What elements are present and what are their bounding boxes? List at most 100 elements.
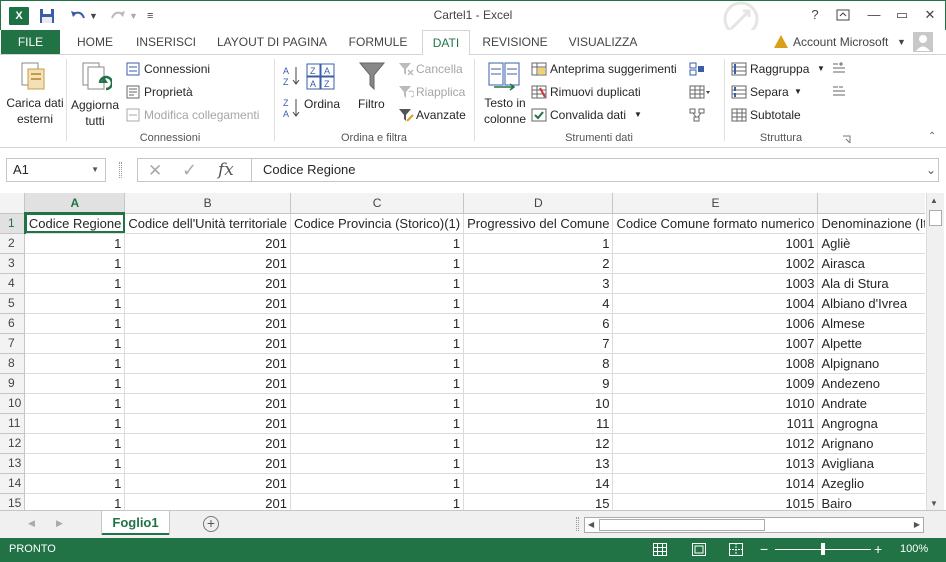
previous-sheet-icon[interactable]: ◀ bbox=[28, 518, 35, 529]
cell-e[interactable]: 1007 bbox=[612, 333, 819, 354]
ribbon-display-button[interactable] bbox=[832, 5, 854, 25]
cell-b[interactable]: 201 bbox=[124, 353, 291, 374]
tab-home[interactable]: HOME bbox=[68, 30, 122, 54]
reapply-button[interactable]: Riapplica bbox=[416, 85, 465, 99]
cell-f[interactable]: Alpette bbox=[817, 333, 925, 354]
zoom-slider[interactable] bbox=[775, 543, 871, 555]
vertical-scroll-thumb[interactable] bbox=[929, 210, 942, 226]
cell-c[interactable]: 1 bbox=[290, 393, 465, 414]
get-external-data-icon[interactable] bbox=[20, 61, 46, 91]
column-header-d[interactable]: D bbox=[463, 193, 614, 214]
row-header[interactable]: 1 bbox=[0, 213, 26, 234]
account-button[interactable]: Account Microsoft bbox=[793, 30, 888, 54]
cell-b[interactable]: 201 bbox=[124, 453, 291, 474]
cell-c[interactable]: 1 bbox=[290, 313, 465, 334]
cell-e[interactable]: 1008 bbox=[612, 353, 819, 374]
cell-d[interactable]: 3 bbox=[463, 273, 614, 294]
text-to-columns-icon[interactable] bbox=[488, 61, 520, 91]
tab-page-layout[interactable]: LAYOUT DI PAGINA bbox=[210, 30, 334, 54]
cell-c[interactable]: 1 bbox=[290, 433, 465, 454]
filter-button[interactable]: Filtro bbox=[358, 97, 385, 111]
zoom-out-button[interactable]: − bbox=[760, 541, 768, 557]
cell-c[interactable]: 1 bbox=[290, 293, 465, 314]
row-header[interactable]: 14 bbox=[0, 473, 26, 494]
cell-f[interactable]: Albiano d'Ivrea bbox=[817, 293, 925, 314]
cell-c[interactable]: 1 bbox=[290, 273, 465, 294]
expand-formula-bar-icon[interactable]: ⌄ bbox=[926, 159, 936, 181]
column-header-b[interactable]: B bbox=[124, 193, 291, 214]
sort-button[interactable]: Ordina bbox=[304, 97, 340, 111]
cell-b[interactable]: 201 bbox=[124, 313, 291, 334]
cell-e[interactable]: 1004 bbox=[612, 293, 819, 314]
row-header[interactable]: 7 bbox=[0, 333, 26, 354]
enter-icon[interactable]: ✓ bbox=[182, 160, 197, 181]
zoom-slider-thumb[interactable] bbox=[821, 543, 825, 555]
refresh-all-icon[interactable] bbox=[80, 61, 112, 95]
cell-a[interactable]: 1 bbox=[24, 293, 126, 314]
row-header[interactable]: 10 bbox=[0, 393, 26, 414]
ungroup-dropdown-icon[interactable]: ▼ bbox=[794, 87, 802, 96]
tab-review[interactable]: REVISIONE bbox=[478, 30, 552, 54]
cell-e[interactable]: 1001 bbox=[612, 233, 819, 254]
show-detail-icon[interactable] bbox=[832, 62, 846, 74]
insert-function-button[interactable]: fx bbox=[218, 160, 234, 180]
tab-insert[interactable]: INSERISCI bbox=[130, 30, 202, 54]
cell-b[interactable]: 201 bbox=[124, 253, 291, 274]
get-external-data-button[interactable]: Carica dati esterni bbox=[4, 95, 66, 127]
cell-d[interactable]: 7 bbox=[463, 333, 614, 354]
cell-e[interactable]: 1010 bbox=[612, 393, 819, 414]
avatar[interactable] bbox=[913, 32, 933, 52]
cell-f[interactable]: Angrogna bbox=[817, 413, 925, 434]
cell-d[interactable]: 15 bbox=[463, 493, 614, 510]
properties-button[interactable]: Proprietà bbox=[144, 85, 193, 99]
cell-d[interactable]: 11 bbox=[463, 413, 614, 434]
name-box[interactable]: A1 ▼ bbox=[6, 158, 106, 182]
zoom-level[interactable]: 100% bbox=[900, 543, 928, 555]
next-sheet-icon[interactable]: ▶ bbox=[56, 518, 63, 529]
cell-a[interactable]: 1 bbox=[24, 233, 126, 254]
cell-c[interactable]: 1 bbox=[290, 493, 465, 510]
advanced-button[interactable]: Avanzate bbox=[416, 108, 466, 122]
cell-b[interactable]: 201 bbox=[124, 493, 291, 510]
restore-button[interactable]: ▭ bbox=[891, 5, 913, 25]
cell-a[interactable]: 1 bbox=[24, 473, 126, 494]
close-button[interactable]: ✕ bbox=[919, 5, 941, 25]
flash-fill-button[interactable]: Anteprima suggerimenti bbox=[550, 62, 677, 76]
cell-f[interactable]: Azeglio bbox=[817, 473, 925, 494]
sort-za-icon[interactable]: ZA bbox=[283, 97, 301, 119]
cell-c[interactable]: 1 bbox=[290, 473, 465, 494]
row-header[interactable]: 4 bbox=[0, 273, 26, 294]
subtotal-button[interactable]: Subtotale bbox=[750, 108, 801, 122]
scroll-down-icon[interactable]: ▼ bbox=[930, 499, 938, 508]
column-header-a[interactable]: A bbox=[24, 193, 126, 214]
cell-e[interactable]: 1006 bbox=[612, 313, 819, 334]
group-button[interactable]: Raggruppa bbox=[750, 62, 809, 76]
cell-d[interactable]: 1 bbox=[463, 233, 614, 254]
cell-d[interactable]: 2 bbox=[463, 253, 614, 274]
cell-f[interactable]: Avigliana bbox=[817, 453, 925, 474]
normal-view-icon[interactable] bbox=[653, 543, 667, 556]
group-dropdown-icon[interactable]: ▼ bbox=[817, 64, 825, 73]
new-sheet-button[interactable]: + bbox=[203, 516, 219, 532]
column-header-e[interactable]: E bbox=[612, 193, 819, 214]
connections-button[interactable]: Connessioni bbox=[144, 62, 210, 76]
cancel-icon[interactable]: ✕ bbox=[148, 161, 162, 181]
sort-icon[interactable]: Z AA Z bbox=[306, 63, 336, 91]
relationships-icon[interactable] bbox=[689, 108, 705, 122]
cell-c[interactable]: 1 bbox=[290, 413, 465, 434]
cell-a[interactable]: 1 bbox=[24, 433, 126, 454]
tab-file[interactable]: FILE bbox=[1, 30, 60, 54]
cell-c[interactable]: 1 bbox=[290, 333, 465, 354]
row-header[interactable]: 13 bbox=[0, 453, 26, 474]
cell-a1[interactable]: Codice Regione bbox=[24, 213, 126, 234]
formula-input[interactable]: Codice Regione ⌄ bbox=[251, 158, 939, 182]
cell-f[interactable]: Andezeno bbox=[817, 373, 925, 394]
cell-b[interactable]: 201 bbox=[124, 333, 291, 354]
cell-c[interactable]: 1 bbox=[290, 453, 465, 474]
horizontal-scrollbar[interactable]: ◀ ▶ bbox=[584, 517, 924, 533]
cell-f[interactable]: Bairo bbox=[817, 493, 925, 510]
cell-d[interactable]: 4 bbox=[463, 293, 614, 314]
cell-f[interactable]: Agliè bbox=[817, 233, 925, 254]
cell-e[interactable]: 1009 bbox=[612, 373, 819, 394]
cell-a[interactable]: 1 bbox=[24, 453, 126, 474]
